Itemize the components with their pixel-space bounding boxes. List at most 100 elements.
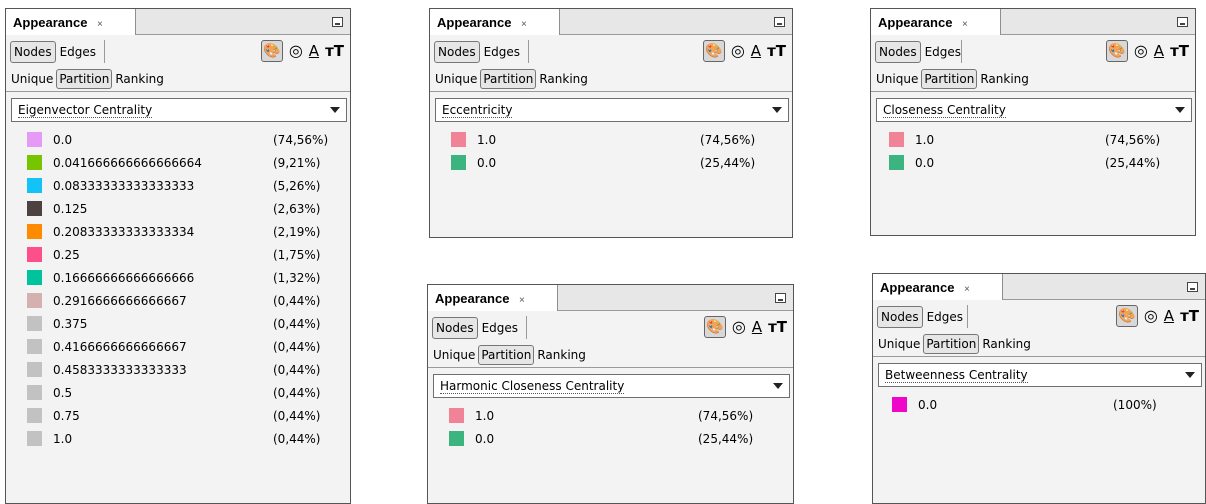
partition-item[interactable]: 0.125 (2,63%) bbox=[6, 199, 350, 222]
chevron-down-icon[interactable] bbox=[330, 107, 340, 113]
color-swatch[interactable] bbox=[889, 132, 904, 147]
size-icon[interactable]: ◎ bbox=[1134, 41, 1148, 61]
chevron-down-icon[interactable] bbox=[772, 107, 782, 113]
label-color-icon[interactable]: A bbox=[752, 317, 762, 337]
edges-tab[interactable]: Edges bbox=[56, 41, 100, 63]
partition-item[interactable]: 0.5 (0,44%) bbox=[6, 383, 350, 406]
appearance-tab[interactable]: Appearance × bbox=[430, 9, 560, 35]
color-swatch[interactable] bbox=[449, 431, 464, 446]
partition-item[interactable]: 0.16666666666666666 (1,32%) bbox=[6, 268, 350, 291]
color-swatch[interactable] bbox=[27, 270, 42, 285]
partition-item[interactable]: 1.0 (0,44%) bbox=[6, 429, 350, 452]
color-swatch[interactable] bbox=[27, 385, 42, 400]
color-swatch[interactable] bbox=[27, 431, 42, 446]
partition-tab[interactable]: Partition bbox=[923, 334, 980, 354]
partition-tab[interactable]: Partition bbox=[478, 345, 535, 365]
partition-tab[interactable]: Partition bbox=[480, 69, 537, 89]
color-swatch[interactable] bbox=[892, 397, 907, 412]
color-swatch[interactable] bbox=[27, 408, 42, 423]
size-icon[interactable]: ◎ bbox=[732, 317, 746, 337]
partition-item[interactable]: 0.4166666666666667 (0,44%) bbox=[6, 337, 350, 360]
attribute-dropdown[interactable]: Eccentricity bbox=[435, 98, 789, 122]
color-swatch[interactable] bbox=[27, 339, 42, 354]
palette-icon[interactable]: 🎨 bbox=[703, 316, 726, 338]
chevron-down-icon[interactable] bbox=[1185, 372, 1195, 378]
appearance-tab[interactable]: Appearance × bbox=[873, 274, 1003, 300]
unique-tab[interactable]: Unique bbox=[8, 69, 56, 89]
partition-item[interactable]: 0.0 (25,44%) bbox=[430, 153, 792, 176]
partition-item[interactable]: 0.25 (1,75%) bbox=[6, 245, 350, 268]
color-swatch[interactable] bbox=[449, 408, 464, 423]
minimize-icon[interactable] bbox=[775, 293, 786, 303]
color-swatch[interactable] bbox=[889, 155, 904, 170]
label-size-icon[interactable]: тT bbox=[768, 317, 787, 337]
close-icon[interactable]: × bbox=[521, 19, 527, 30]
chevron-down-icon[interactable] bbox=[773, 383, 783, 389]
unique-tab[interactable]: Unique bbox=[432, 69, 480, 89]
edges-tab[interactable]: Edges bbox=[478, 317, 522, 339]
partition-item[interactable]: 0.375 (0,44%) bbox=[6, 314, 350, 337]
partition-item[interactable]: 1.0 (74,56%) bbox=[871, 130, 1195, 153]
attribute-dropdown[interactable]: Closeness Centrality bbox=[876, 98, 1192, 122]
appearance-tab[interactable]: Appearance × bbox=[6, 9, 136, 35]
size-icon[interactable]: ◎ bbox=[731, 41, 745, 61]
appearance-tab[interactable]: Appearance × bbox=[871, 9, 1001, 35]
unique-tab[interactable]: Unique bbox=[873, 69, 921, 89]
color-swatch[interactable] bbox=[451, 155, 466, 170]
color-swatch[interactable] bbox=[27, 155, 42, 170]
partition-item[interactable]: 0.0 (25,44%) bbox=[871, 153, 1195, 176]
partition-item[interactable]: 0.0 (74,56%) bbox=[6, 130, 350, 153]
ranking-tab[interactable]: Ranking bbox=[112, 69, 167, 89]
minimize-icon[interactable] bbox=[332, 17, 343, 27]
close-icon[interactable]: × bbox=[97, 19, 103, 30]
minimize-icon[interactable] bbox=[1177, 17, 1188, 27]
edges-tab[interactable]: Edges bbox=[921, 41, 965, 63]
close-icon[interactable]: × bbox=[962, 19, 968, 30]
partition-item[interactable]: 0.08333333333333333 (5,26%) bbox=[6, 176, 350, 199]
color-swatch[interactable] bbox=[27, 293, 42, 308]
edges-tab[interactable]: Edges bbox=[480, 41, 524, 63]
partition-item[interactable]: 1.0 (74,56%) bbox=[428, 406, 793, 429]
partition-tab[interactable]: Partition bbox=[921, 69, 978, 89]
minimize-icon[interactable] bbox=[774, 17, 785, 27]
close-icon[interactable]: × bbox=[519, 295, 525, 306]
label-size-icon[interactable]: тT bbox=[325, 41, 344, 61]
appearance-tab[interactable]: Appearance × bbox=[428, 285, 558, 311]
partition-item[interactable]: 0.0 (100%) bbox=[873, 395, 1205, 418]
nodes-tab[interactable]: Nodes bbox=[875, 41, 921, 63]
attribute-dropdown[interactable]: Betweenness Centrality bbox=[878, 363, 1202, 387]
minimize-icon[interactable] bbox=[1187, 282, 1198, 292]
attribute-dropdown[interactable]: Harmonic Closeness Centrality bbox=[433, 374, 790, 398]
color-swatch[interactable] bbox=[27, 178, 42, 193]
color-swatch[interactable] bbox=[27, 362, 42, 377]
color-swatch[interactable] bbox=[27, 247, 42, 262]
size-icon[interactable]: ◎ bbox=[289, 41, 303, 61]
partition-item[interactable]: 0.20833333333333334 (2,19%) bbox=[6, 222, 350, 245]
label-size-icon[interactable]: тT bbox=[1180, 306, 1199, 326]
nodes-tab[interactable]: Nodes bbox=[432, 317, 478, 339]
ranking-tab[interactable]: Ranking bbox=[979, 334, 1034, 354]
close-icon[interactable]: × bbox=[964, 284, 970, 295]
ranking-tab[interactable]: Ranking bbox=[534, 345, 589, 365]
partition-item[interactable]: 1.0 (74,56%) bbox=[430, 130, 792, 153]
label-color-icon[interactable]: A bbox=[1154, 41, 1164, 61]
label-color-icon[interactable]: A bbox=[1164, 306, 1174, 326]
partition-tab[interactable]: Partition bbox=[56, 69, 113, 89]
attribute-dropdown[interactable]: Eigenvector Centrality bbox=[11, 98, 347, 122]
unique-tab[interactable]: Unique bbox=[430, 345, 478, 365]
nodes-tab[interactable]: Nodes bbox=[10, 41, 56, 63]
nodes-tab[interactable]: Nodes bbox=[877, 306, 923, 328]
partition-item[interactable]: 0.75 (0,44%) bbox=[6, 406, 350, 429]
nodes-tab[interactable]: Nodes bbox=[434, 41, 480, 63]
unique-tab[interactable]: Unique bbox=[875, 334, 923, 354]
label-color-icon[interactable]: A bbox=[309, 41, 319, 61]
palette-icon[interactable]: 🎨 bbox=[1115, 305, 1138, 327]
partition-item[interactable]: 0.4583333333333333 (0,44%) bbox=[6, 360, 350, 383]
palette-icon[interactable]: 🎨 bbox=[1105, 40, 1128, 62]
color-swatch[interactable] bbox=[27, 224, 42, 239]
label-color-icon[interactable]: A bbox=[751, 41, 761, 61]
color-swatch[interactable] bbox=[451, 132, 466, 147]
color-swatch[interactable] bbox=[27, 316, 42, 331]
ranking-tab[interactable]: Ranking bbox=[977, 69, 1032, 89]
chevron-down-icon[interactable] bbox=[1175, 107, 1185, 113]
